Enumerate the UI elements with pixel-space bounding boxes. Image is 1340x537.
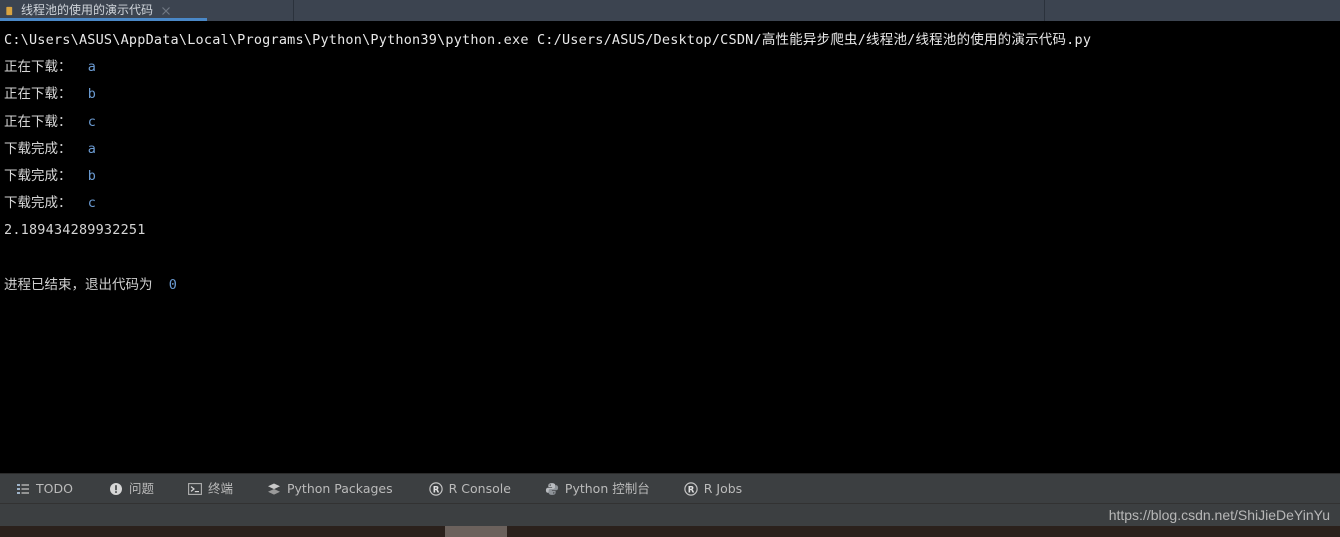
tool-button-terminal[interactable]: 终端	[179, 474, 242, 504]
output-value: c	[87, 113, 96, 130]
console-command-line: C:\Users\ASUS\AppData\Local\Programs\Pyt…	[4, 32, 1092, 48]
tool-button-python-console[interactable]: Python 控制台	[536, 474, 659, 504]
tool-button-label: 终端	[207, 480, 233, 496]
output-value: a	[87, 140, 96, 157]
tool-button-label: Python 控制台	[564, 480, 650, 496]
output-label: 下载完成：	[4, 167, 72, 184]
tab-strip-filler-right	[1045, 0, 1340, 21]
console-output-line: 下载完成： a	[4, 136, 1340, 163]
r-jobs-icon: R	[684, 481, 698, 496]
console-elapsed-time: 2.189434289932251	[4, 222, 146, 239]
problems-warning-icon	[109, 482, 122, 495]
output-value: a	[87, 59, 96, 76]
todo-list-icon	[17, 483, 29, 494]
tool-button-r-console[interactable]: R R Console	[420, 474, 520, 504]
tool-button-todo[interactable]: TODO	[7, 474, 82, 504]
tool-button-label: TODO	[36, 480, 73, 496]
horizontal-scrollbar-thumb[interactable]	[445, 526, 507, 537]
console-output-line: 下载完成： b	[4, 163, 1340, 190]
console-output-line: 正在下载： b	[4, 81, 1340, 108]
tool-button-label: Python Packages	[286, 480, 393, 496]
packages-layers-icon	[267, 483, 280, 495]
tool-button-label: R Console	[448, 480, 511, 496]
editor-tab-strip: 线程池的使用的演示代码	[0, 0, 1340, 21]
output-value: b	[87, 86, 96, 103]
pycharm-run-window: 线程池的使用的演示代码 C:\Users\ASUS\AppData\Local\…	[0, 0, 1340, 537]
console-output-line: 下载完成： c	[4, 190, 1340, 217]
svg-text:R: R	[432, 485, 439, 495]
horizontal-scrollbar-track[interactable]	[0, 526, 1340, 537]
svg-text:R: R	[687, 485, 694, 495]
output-label: 下载完成：	[4, 195, 72, 212]
tool-button-label: R Jobs	[703, 480, 743, 496]
terminal-icon	[188, 482, 202, 495]
console-output-line: 正在下载： c	[4, 109, 1340, 136]
run-play-icon	[6, 6, 13, 15]
tool-button-label: 问题	[128, 480, 154, 496]
tool-button-r-jobs[interactable]: R R Jobs	[675, 474, 751, 504]
output-label: 正在下载：	[4, 86, 72, 103]
blog-watermark: https://blog.csdn.net/ShiJieDeYinYu	[1108, 507, 1330, 523]
tab-strip-filler-mid	[294, 0, 1044, 21]
output-value: b	[87, 167, 96, 184]
python-logo-icon	[545, 482, 559, 495]
console-output-line: 正在下载： a	[4, 54, 1340, 81]
output-label: 下载完成：	[4, 140, 72, 157]
output-label: 正在下载：	[4, 59, 72, 76]
exit-code: 0	[168, 276, 177, 293]
output-value: c	[87, 195, 96, 212]
tool-window-bar: TODO 问题 终端 Python Packages R R Console P…	[0, 473, 1340, 503]
tool-button-problems[interactable]: 问题	[100, 474, 163, 504]
tab-strip-filler-left	[207, 0, 293, 21]
editor-tab-active[interactable]: 线程池的使用的演示代码	[0, 0, 207, 21]
output-label: 正在下载：	[4, 113, 72, 130]
status-bar: https://blog.csdn.net/ShiJieDeYinYu	[0, 503, 1340, 526]
run-console-output[interactable]: C:\Users\ASUS\AppData\Local\Programs\Pyt…	[0, 21, 1340, 473]
exit-text: 进程已结束，退出代码为	[4, 276, 153, 293]
tool-button-python-packages[interactable]: Python Packages	[258, 474, 402, 504]
close-icon[interactable]	[160, 5, 172, 17]
console-exit-line: 进程已结束，退出代码为 0	[4, 272, 1340, 299]
r-console-icon: R	[428, 481, 443, 496]
